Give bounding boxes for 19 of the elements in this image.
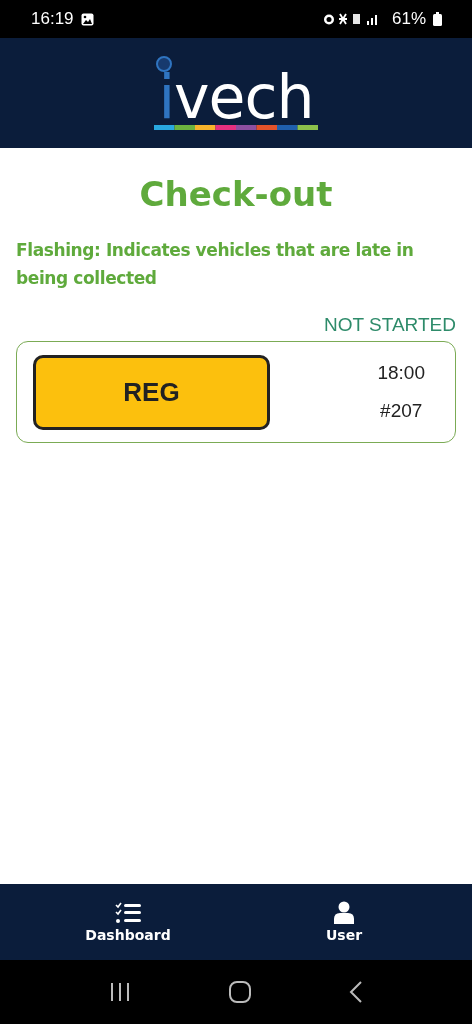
back-icon[interactable] xyxy=(349,981,363,1003)
registration-plate[interactable]: REG xyxy=(33,354,270,430)
booking-status: NOT STARTED xyxy=(323,314,456,336)
user-icon[interactable] xyxy=(334,901,354,924)
nav-label[interactable]: Dashboard xyxy=(85,926,171,943)
booking-card[interactable]: REG 18:00 #207 xyxy=(16,341,456,443)
booking-time: 18:00 xyxy=(377,362,425,384)
battery-percent: 61% xyxy=(391,9,426,29)
battery-icon xyxy=(433,12,442,26)
legend-text: Flashing: Indicates vehicles that are late in being collected xyxy=(16,239,415,290)
page-title: Check-out xyxy=(138,174,334,214)
checklist-icon[interactable] xyxy=(114,901,142,924)
home-icon[interactable] xyxy=(229,981,251,1003)
clock-time: 16:19 xyxy=(31,9,74,29)
recent-apps-icon[interactable] xyxy=(109,982,131,1002)
booking-number: #207 xyxy=(380,400,423,422)
image-icon xyxy=(80,12,94,26)
app-logo: ivech xyxy=(158,73,314,121)
nav-label[interactable]: User xyxy=(325,927,363,943)
